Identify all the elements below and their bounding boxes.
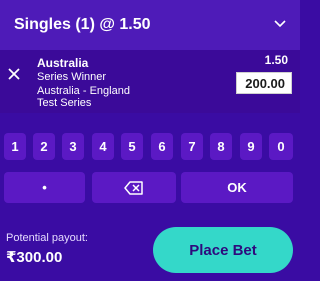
key-ok[interactable]: OK	[181, 172, 293, 203]
key-2[interactable]: 2	[33, 133, 55, 160]
key-decimal[interactable]: •	[4, 172, 85, 203]
place-bet-button[interactable]: Place Bet	[153, 227, 293, 273]
bet-selection: Australia Series Winner Australia - Engl…	[0, 50, 300, 113]
selection-team: Australia	[37, 56, 89, 70]
stake-input[interactable]	[236, 72, 292, 94]
backspace-icon	[124, 180, 143, 195]
close-icon[interactable]	[6, 66, 22, 82]
key-1[interactable]: 1	[4, 133, 26, 160]
potential-payout-label: Potential payout:	[6, 232, 88, 244]
key-backspace[interactable]	[92, 172, 176, 203]
key-8[interactable]: 8	[210, 133, 232, 160]
numeric-keypad: 1 2 3 4 5 6 7 8 9 0 • OK	[0, 113, 300, 205]
selection-event: Australia - England Test Series	[37, 85, 130, 109]
betslip-title: Singles (1) @ 1.50	[14, 16, 151, 33]
key-3[interactable]: 3	[62, 133, 84, 160]
key-5[interactable]: 5	[121, 133, 143, 160]
selection-odds: 1.50	[264, 53, 288, 67]
key-0[interactable]: 0	[269, 133, 293, 160]
betslip-header[interactable]: Singles (1) @ 1.50	[0, 0, 300, 50]
potential-payout-value: ₹300.00	[6, 249, 63, 266]
key-6[interactable]: 6	[151, 133, 173, 160]
key-4[interactable]: 4	[92, 133, 114, 160]
chevron-down-icon[interactable]	[272, 16, 288, 32]
selection-market: Series Winner	[37, 71, 107, 83]
key-7[interactable]: 7	[181, 133, 203, 160]
key-9[interactable]: 9	[240, 133, 262, 160]
